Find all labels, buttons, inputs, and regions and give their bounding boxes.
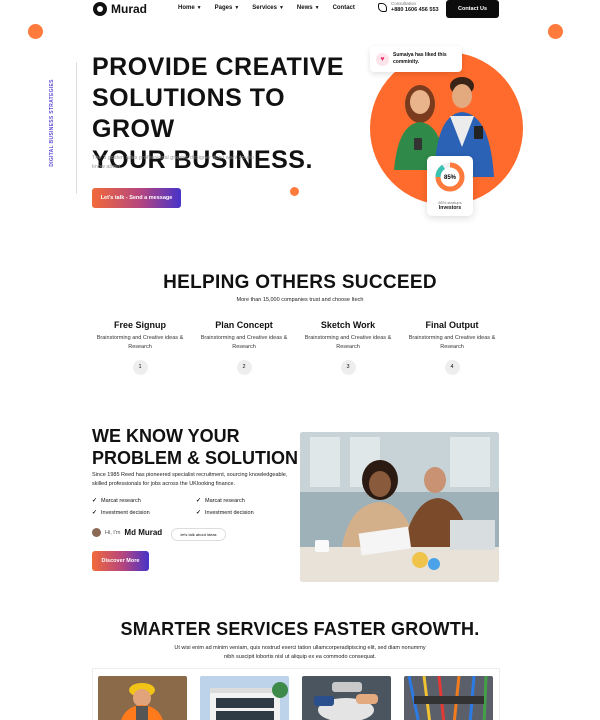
send-message-button[interactable]: Let's talk - Send a message [92,188,181,208]
step-desc: Brainstorming and Creative ideas & Resea… [200,335,288,350]
step-number: 4 [444,360,460,375]
office-photo [300,432,499,582]
vertical-tagline: DIGITAL BUSINESS STRATEGIES [49,79,55,167]
menu-item-home[interactable]: Home ▼ [178,5,202,11]
step-title: Final Output [425,320,479,330]
top-navbar: Murad Home ▼ Pages ▼ Services ▼ News ▼ Conta… [0,0,600,20]
check-icon: ✓ [196,498,202,504]
investor-percent: 85% [444,175,457,181]
hero-title-line: SOLUTIONS TO GROW [92,84,286,143]
check-label: Marcat research [101,497,141,504]
menu-item-services[interactable]: Services ▼ [252,5,284,11]
author-name: Md Murad [124,528,163,537]
main-menu: Home ▼ Pages ▼ Services ▼ News ▼ Contact [178,5,355,11]
construction-worker-image [98,676,187,720]
investor-name: Investors [438,205,462,211]
talk-about-ideas-button[interactable]: let's talk about ideas [171,528,226,541]
hero-subtitle: The 3 golden rules professional graphic … [92,155,254,170]
step-desc: Brainstorming and Creative ideas & Resea… [96,335,184,350]
site-logo[interactable]: Murad [93,2,147,16]
contact-us-button[interactable]: Contact Us [446,0,499,18]
menu-label: Services [252,5,277,11]
office-team-image [300,432,499,582]
step-title: Sketch Work [320,320,376,330]
consultation-info[interactable]: Consultation +880 1606 456 553 [378,1,439,13]
building-image [200,676,289,720]
services-title: SMARTER SERVICES FASTER GROWTH. [120,619,480,639]
menu-item-pages[interactable]: Pages ▼ [215,5,240,11]
chevron-down-icon: ▼ [278,5,284,11]
services-subtitle-line: nibh suscipit lobortis nisl ut aliquip e… [224,654,376,660]
services-subtitle: Ut wisi enim ad minim veniam, quis nostr… [0,644,600,662]
problem-title-line: PROBLEM & SOLUTION [92,448,298,468]
check-item: ✓ Investment decision [196,509,254,517]
step-card: Free Signup Brainstorming and Creative i… [92,320,188,375]
step-title: Free Signup [113,320,166,330]
hero-divider [76,62,77,194]
author-signature: Hi, I'm Md Murad [92,528,162,537]
avatar [92,528,101,537]
problem-desc: Since 1985 Reed has pioneered specialist… [92,472,288,487]
author-greeting: Hi, I'm [105,529,121,536]
step-number: 2 [236,360,252,375]
problem-title-line: WE KNOW YOUR [92,426,240,446]
menu-item-news[interactable]: News ▼ [297,5,320,11]
check-label: Investment decision [101,509,150,516]
helping-subtitle: More than 15,000 companies trust and cho… [236,297,364,303]
helping-title: HELPING OTHERS SUCCEED [163,272,437,293]
check-icon: ✓ [92,510,98,516]
step-card: Sketch Work Brainstorming and Creative i… [300,320,396,375]
logo-icon [93,2,107,16]
decor-dot [290,187,299,196]
menu-label: Home [178,5,195,11]
step-card: Plan Concept Brainstorming and Creative … [196,320,292,375]
service-card-image[interactable] [98,676,187,720]
plumbing-image [302,676,391,720]
check-icon: ✓ [196,510,202,516]
phone-icon [378,2,387,12]
menu-item-contact[interactable]: Contact [333,5,355,11]
check-label: Investment decision [205,509,254,516]
heart-icon: ♥ [376,52,389,66]
check-icon: ✓ [92,498,98,504]
step-number: 1 [132,360,148,375]
investor-donut: 85% [435,162,465,192]
service-card-image[interactable] [200,676,289,720]
step-title: Plan Concept [215,320,273,330]
phone-number: +880 1606 456 553 [391,6,439,13]
menu-label: Pages [214,5,233,11]
services-subtitle-line: Ut wisi enim ad minim veniam, quis nostr… [174,645,426,651]
investors-card: 85% 85% startups Investors [427,156,473,216]
step-number: 3 [340,360,356,375]
menu-label: News [296,5,313,11]
check-label: Marcat research [205,497,245,504]
electrical-wiring-image [404,676,493,720]
service-card-image[interactable] [404,676,493,720]
step-desc: Brainstorming and Creative ideas & Resea… [408,335,496,350]
notification-text: Sumaiya has liked this comminity. [393,52,447,65]
decor-dot [28,24,43,39]
chevron-down-icon: ▼ [196,5,202,11]
check-item: ✓ Investment decision [92,509,150,517]
check-item: ✓ Marcat research [92,497,141,505]
notification-card: ♥ Sumaiya has liked this comminity. [370,46,462,72]
menu-label: Contact [332,5,355,11]
service-card-image[interactable] [302,676,391,720]
discover-more-button[interactable]: Discover More [92,551,149,571]
chevron-down-icon: ▼ [314,5,320,11]
chevron-down-icon: ▼ [234,5,240,11]
step-card: Final Output Brainstorming and Creative … [404,320,500,375]
hero-title-line: PROVIDE CREATIVE [92,53,345,81]
logo-text: Murad [111,2,147,16]
step-desc: Brainstorming and Creative ideas & Resea… [304,335,392,350]
decor-dot [548,24,563,39]
problem-title: WE KNOW YOUR PROBLEM & SOLUTION [92,425,302,469]
check-item: ✓ Marcat research [196,497,245,505]
